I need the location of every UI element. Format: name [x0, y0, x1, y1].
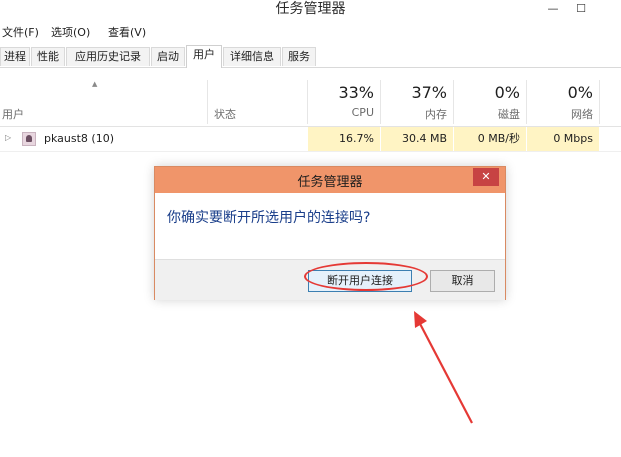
annotation-arrow-icon — [414, 311, 473, 424]
